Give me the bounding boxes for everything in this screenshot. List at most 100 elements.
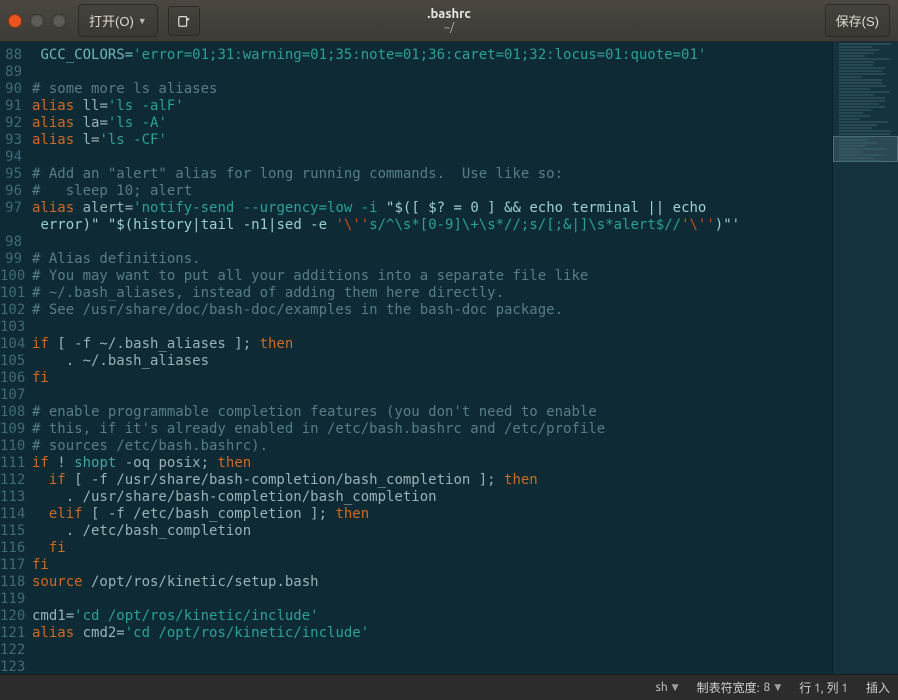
language-selector[interactable]: sh ▼ (656, 681, 679, 694)
line-number: 123 (0, 659, 22, 674)
line-number: 115 (0, 523, 22, 540)
code-line[interactable]: cmd1='cd /opt/ros/kinetic/include' (32, 608, 832, 625)
tab-width-label: 制表符宽度: (697, 679, 760, 696)
line-number: 117 (0, 557, 22, 574)
line-number: 111 (0, 455, 22, 472)
code-line[interactable]: error)" "$(history|tail -n1|sed -e '\''s… (32, 217, 832, 234)
code-line[interactable]: # sleep 10; alert (32, 183, 832, 200)
code-line[interactable]: source /opt/ros/kinetic/setup.bash (32, 574, 832, 591)
code-line[interactable]: . /etc/bash_completion (32, 523, 832, 540)
line-number: 116 (0, 540, 22, 557)
line-number: 91 (0, 98, 22, 115)
code-line[interactable]: fi (32, 557, 832, 574)
code-line[interactable]: alias l='ls -CF' (32, 132, 832, 149)
code-line[interactable]: alias cmd2='cd /opt/ros/kinetic/include' (32, 625, 832, 642)
code-line[interactable] (32, 387, 832, 404)
code-line[interactable]: if [ -f ~/.bash_aliases ]; then (32, 336, 832, 353)
statusbar: sh ▼ 制表符宽度: 8 ▼ 行 1, 列 1 插入 (0, 674, 898, 700)
code-line[interactable]: elif [ -f /etc/bash_completion ]; then (32, 506, 832, 523)
code-line[interactable]: # sources /etc/bash.bashrc). (32, 438, 832, 455)
line-number: 102 (0, 302, 22, 319)
code-line[interactable]: . /usr/share/bash-completion/bash_comple… (32, 489, 832, 506)
line-number: 89 (0, 64, 22, 81)
code-line[interactable] (32, 149, 832, 166)
code-line[interactable] (32, 659, 832, 674)
line-number: 108 (0, 404, 22, 421)
save-button-label: 保存(S) (836, 11, 879, 30)
line-number: 99 (0, 251, 22, 268)
line-number: 97 (0, 200, 22, 217)
new-tab-icon (177, 14, 191, 28)
code-line[interactable]: . ~/.bash_aliases (32, 353, 832, 370)
text-editor[interactable]: 8889909192939495969798991001011021031041… (0, 42, 832, 674)
code-line[interactable]: # You may want to put all your additions… (32, 268, 832, 285)
line-number: 114 (0, 506, 22, 523)
code-line[interactable] (32, 591, 832, 608)
open-button-label: 打开(O) (89, 11, 134, 30)
minimize-window-button[interactable] (30, 14, 44, 28)
code-line[interactable]: # enable programmable completion feature… (32, 404, 832, 421)
line-number: 94 (0, 149, 22, 166)
code-line[interactable] (32, 642, 832, 659)
code-line[interactable]: if [ -f /usr/share/bash-completion/bash_… (32, 472, 832, 489)
code-line[interactable]: if ! shopt -oq posix; then (32, 455, 832, 472)
code-line[interactable]: # ~/.bash_aliases, instead of adding the… (32, 285, 832, 302)
insert-mode[interactable]: 插入 (866, 679, 890, 696)
code-line[interactable]: alias la='ls -A' (32, 115, 832, 132)
file-name: .bashrc (427, 7, 470, 21)
tab-width-selector[interactable]: 制表符宽度: 8 ▼ (697, 679, 782, 696)
code-line[interactable]: fi (32, 540, 832, 557)
line-number: 120 (0, 608, 22, 625)
line-number: 95 (0, 166, 22, 183)
line-number-gutter: 8889909192939495969798991001011021031041… (0, 47, 28, 674)
editor-area: 8889909192939495969798991001011021031041… (0, 42, 898, 674)
line-number: 106 (0, 370, 22, 387)
line-number: 110 (0, 438, 22, 455)
language-label: sh (656, 681, 668, 694)
code-line[interactable]: # Alias definitions. (32, 251, 832, 268)
code-line[interactable]: alias ll='ls -alF' (32, 98, 832, 115)
line-number: 122 (0, 642, 22, 659)
chevron-down-icon: ▼ (672, 682, 679, 693)
code-line[interactable]: alias alert='notify-send --urgency=low -… (32, 200, 832, 217)
line-number: 93 (0, 132, 22, 149)
code-line[interactable] (32, 64, 832, 81)
line-number: 109 (0, 421, 22, 438)
new-tab-button[interactable] (168, 6, 200, 36)
code-line[interactable]: # Add an "alert" alias for long running … (32, 166, 832, 183)
line-number: 88 (0, 47, 22, 64)
save-button[interactable]: 保存(S) (825, 4, 890, 37)
line-number: 112 (0, 472, 22, 489)
code-line[interactable] (32, 234, 832, 251)
code-line[interactable]: # See /usr/share/doc/bash-doc/examples i… (32, 302, 832, 319)
line-number: 96 (0, 183, 22, 200)
open-button[interactable]: 打开(O) ▼ (78, 4, 158, 37)
code-content[interactable]: GCC_COLORS='error=01;31:warning=01;35:no… (28, 47, 832, 674)
code-line[interactable]: fi (32, 370, 832, 387)
line-number: 101 (0, 285, 22, 302)
minimap[interactable] (832, 42, 898, 674)
line-number: 107 (0, 387, 22, 404)
line-number: 90 (0, 81, 22, 98)
close-window-button[interactable] (8, 14, 22, 28)
line-number: 113 (0, 489, 22, 506)
title-center: .bashrc ~/ (427, 7, 470, 35)
cursor-position[interactable]: 行 1, 列 1 (799, 679, 848, 696)
code-line[interactable]: # some more ls aliases (32, 81, 832, 98)
line-number: 103 (0, 319, 22, 336)
line-number: 121 (0, 625, 22, 642)
line-number: 92 (0, 115, 22, 132)
line-number: 118 (0, 574, 22, 591)
line-number: 105 (0, 353, 22, 370)
chevron-down-icon: ▼ (774, 682, 781, 693)
file-directory: ~/ (427, 21, 470, 35)
code-line[interactable]: # this, if it's already enabled in /etc/… (32, 421, 832, 438)
code-line[interactable]: GCC_COLORS='error=01;31:warning=01;35:no… (32, 47, 832, 64)
tab-width-value: 8 (764, 681, 771, 694)
line-number: 119 (0, 591, 22, 608)
line-number (0, 217, 22, 234)
code-line[interactable] (32, 319, 832, 336)
window-controls (8, 14, 66, 28)
cursor-position-label: 行 1, 列 1 (799, 679, 848, 696)
maximize-window-button[interactable] (52, 14, 66, 28)
